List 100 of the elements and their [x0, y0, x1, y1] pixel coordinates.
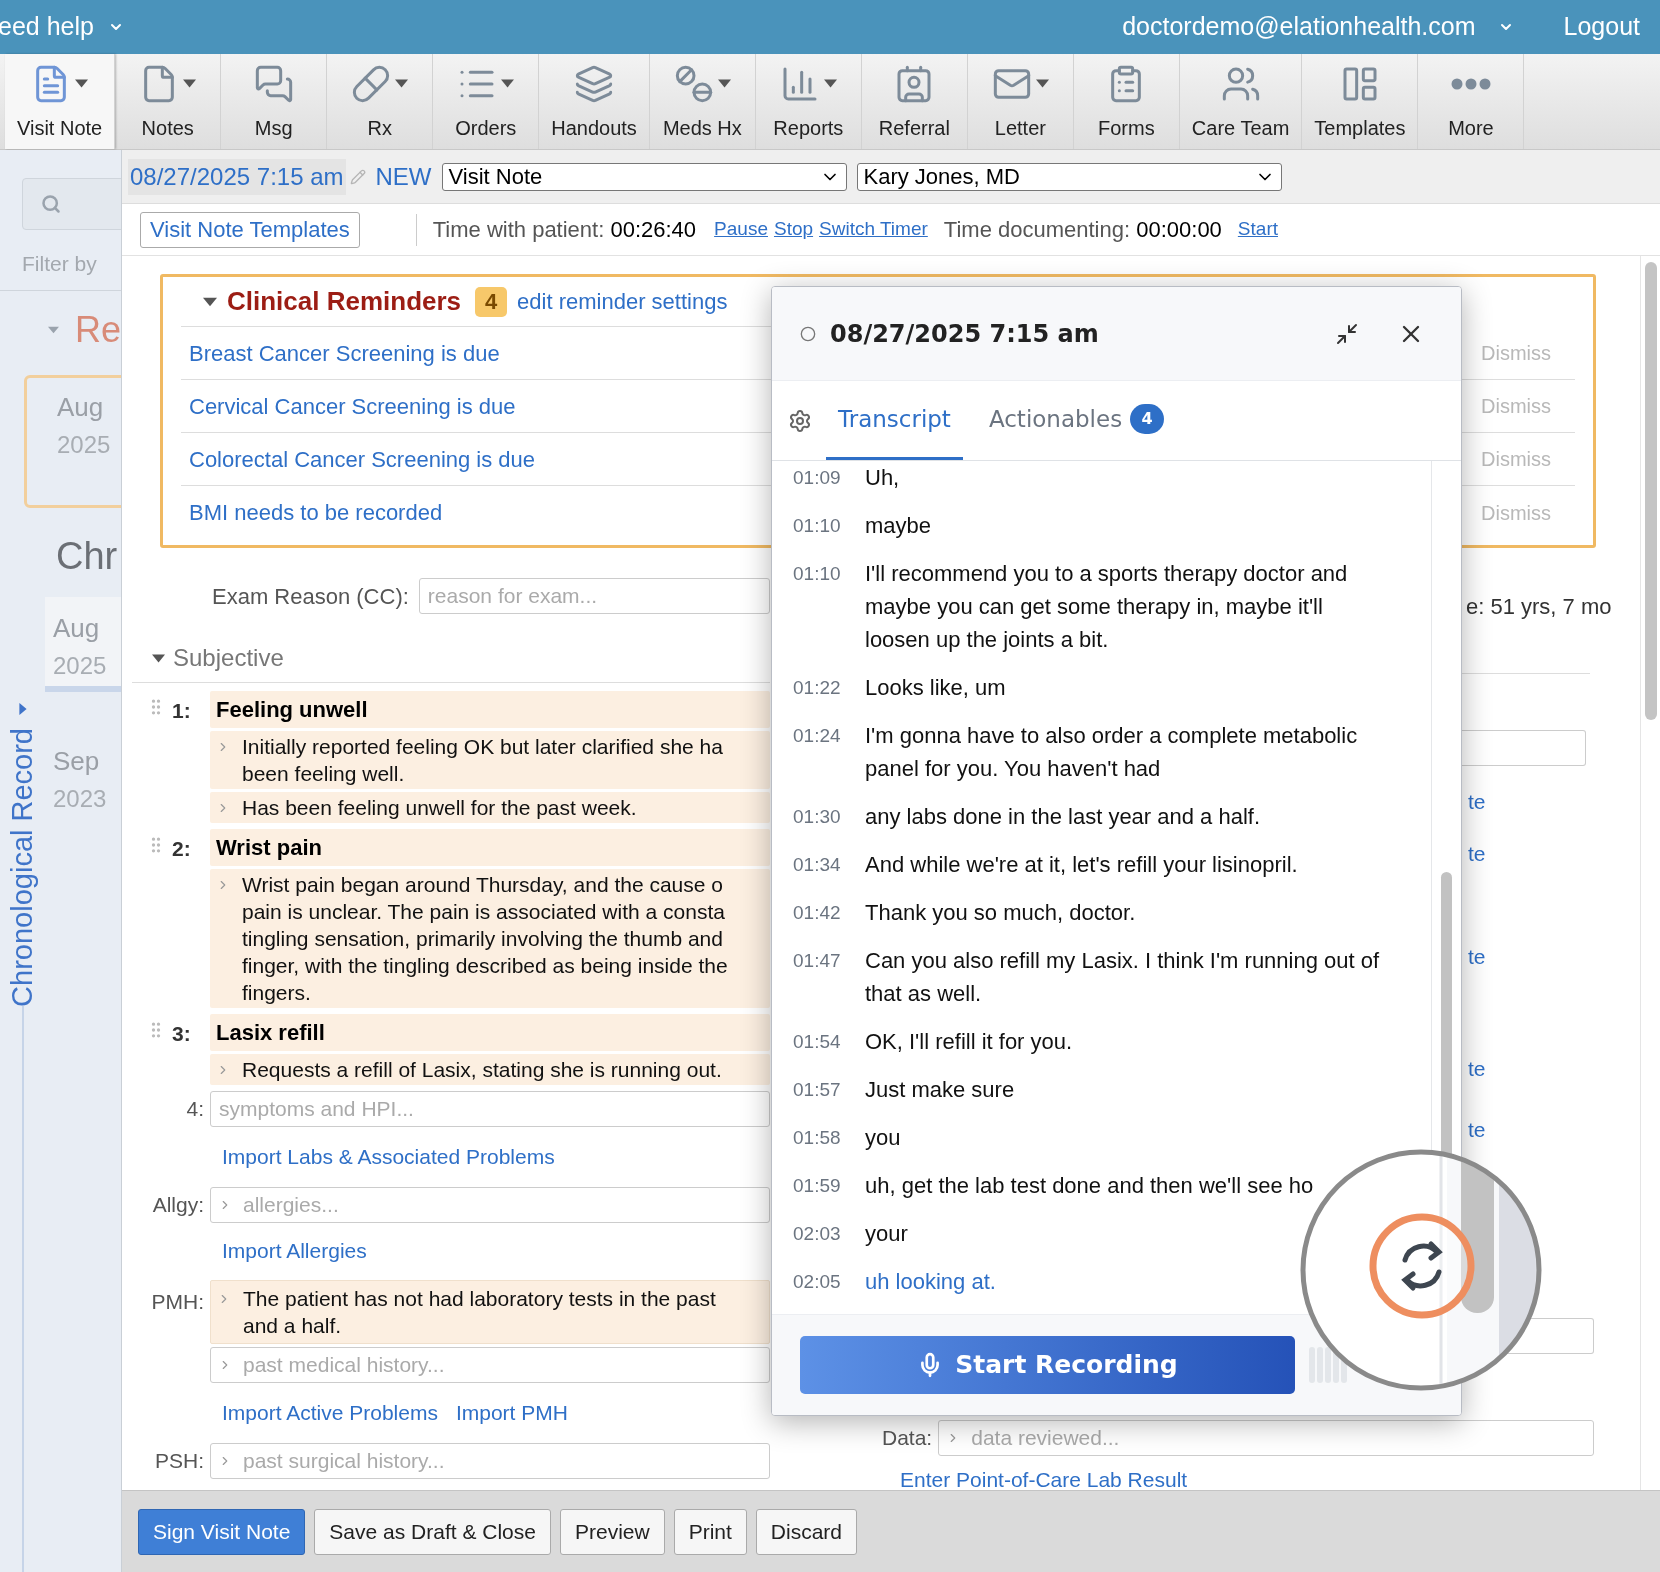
toolbar-button[interactable]: Templates [1302, 54, 1419, 149]
field-label: PSH: [154, 1447, 205, 1474]
transcript-line: uh looking at. [865, 1268, 997, 1296]
toolbar-button[interactable]: Msg [221, 54, 328, 149]
toolbar-button[interactable]: Reports [755, 54, 862, 149]
field-label: PMH: [150, 1289, 205, 1315]
import-link[interactable]: Import Allergies [222, 1234, 770, 1266]
note-type-select[interactable]: Visit Note [441, 162, 847, 191]
transcript-line: any labs done in the last year and a half. [865, 803, 1262, 831]
user-menu[interactable]: doctordemo@elationhealth.com [1122, 8, 1514, 46]
data-reviewed-field[interactable]: data reviewed... [938, 1419, 1594, 1456]
transcript-line: maybe [865, 512, 933, 540]
entry-year: 2023 [53, 783, 108, 814]
footer-button[interactable]: Sign Visit Note [138, 1508, 306, 1555]
lab-result-link[interactable]: Enter Point-of-Care Lab Result [900, 1463, 1188, 1490]
documenting-time: Time documenting: 00:00:00 [943, 216, 1222, 244]
toolbar-button[interactable]: Meds Hx [649, 54, 756, 149]
transcript-line: Just make sure [865, 1076, 1016, 1104]
footer-button[interactable]: Save as Draft & Close [314, 1508, 551, 1555]
timestamp: 01:42 [793, 901, 842, 925]
problem-title[interactable]: Lasix refill [210, 1014, 770, 1051]
provider-select[interactable]: Kary Jones, MD [856, 162, 1282, 191]
toolbar-button[interactable]: Care Team [1179, 54, 1303, 149]
footer-button[interactable]: Discard [755, 1508, 858, 1555]
timestamp: 01:30 [793, 805, 842, 829]
filter-label: Filter by [22, 251, 98, 277]
action-link[interactable]: te [1468, 941, 1486, 973]
toolbar-button[interactable]: Forms [1073, 54, 1180, 149]
timer-link[interactable]: Switch Timer [819, 215, 928, 244]
import-link[interactable]: Import PMH [455, 1397, 568, 1429]
reminders-title[interactable]: Clinical Reminders [227, 282, 462, 321]
symptoms-field[interactable]: symptoms and HPI... [210, 1091, 770, 1127]
entry-date: Sep [53, 744, 101, 778]
problem-title[interactable]: Wrist pain [210, 829, 770, 866]
note-date[interactable]: 08/27/2025 7:15 am [128, 158, 346, 195]
reminder-settings-link[interactable]: edit reminder settings [517, 285, 728, 318]
templates-button[interactable]: Visit Note Templates [140, 211, 360, 248]
toolbar-button[interactable]: Orders [433, 54, 540, 149]
toolbar-button[interactable]: Referral [861, 54, 968, 149]
medical-history-field[interactable]: past medical history... [210, 1347, 770, 1383]
start-timer-link[interactable]: Start [1237, 215, 1278, 244]
pencil-icon[interactable] [349, 168, 366, 185]
problem-number: 2: [172, 836, 191, 862]
transcript-line: Thank you so much, doctor. [865, 899, 1137, 927]
timestamp: 01:57 [793, 1078, 842, 1102]
action-link[interactable]: te [1468, 1114, 1486, 1146]
problem-number: 3: [172, 1021, 191, 1047]
action-link[interactable]: te [1468, 1052, 1486, 1084]
reminder-link[interactable]: Cervical Cancer Screening is due [189, 389, 516, 423]
note-status: NEW [375, 161, 432, 192]
timestamp: 01:24 [793, 724, 842, 748]
footer-button[interactable]: Print [673, 1508, 747, 1555]
search-field[interactable] [22, 178, 121, 230]
settings-icon[interactable] [788, 408, 812, 433]
timestamp: 01:58 [793, 1126, 842, 1150]
transcript-line: And while we're at it, let's refill your lisinopril. [865, 851, 1299, 879]
toolbar-button[interactable]: More [1418, 54, 1525, 149]
panel-tab[interactable]: Actionables 4 [976, 381, 1177, 460]
collapse-icon[interactable] [1335, 321, 1359, 346]
transcript-line: I'm gonna have to also order a complete metabolic panel for you. You haven't had [865, 722, 1359, 783]
count-badge: 4 [475, 286, 508, 317]
action-link[interactable]: te [1468, 786, 1486, 818]
import-link[interactable]: Import Active Problems [222, 1397, 438, 1429]
toolbar-button[interactable]: Handouts [539, 54, 650, 149]
vertical-section-label[interactable]: Chronological Record [0, 727, 45, 1007]
entry-date: Aug [53, 611, 101, 645]
reminder-link[interactable]: Colorectal Cancer Screening is due [189, 442, 536, 476]
problem-title[interactable]: Feeling unwell [210, 691, 770, 728]
toolbar-button[interactable]: Notes [115, 54, 222, 149]
footer-button[interactable]: Preview [559, 1508, 665, 1555]
timestamp: 01:22 [793, 676, 842, 700]
count-badge: 4 [1130, 404, 1165, 434]
timestamp: 01:47 [793, 949, 842, 973]
reminder-link[interactable]: BMI needs to be recorded [189, 496, 443, 529]
surgical-history-field[interactable]: past surgical history... [210, 1442, 770, 1479]
problem-number: 4: [185, 1096, 205, 1123]
patient-age: e: 51 yrs, 7 mo [1466, 593, 1612, 621]
allergies-field[interactable]: allergies... [210, 1186, 770, 1223]
logout-link[interactable]: Logout [1563, 8, 1640, 46]
scrollbar[interactable] [1640, 256, 1660, 1490]
reminder-link[interactable]: Breast Cancer Screening is due [189, 336, 500, 370]
toolbar-button[interactable]: Visit Note [5, 54, 116, 149]
caret-icon [16, 701, 29, 716]
timestamp: 01:10 [793, 514, 842, 538]
section-heading[interactable]: Subjective [173, 640, 284, 676]
chat-bubbles-icon [253, 63, 294, 104]
toolbar-button[interactable]: Rx [327, 54, 434, 149]
start-recording-button[interactable]: Start Recording [800, 1336, 1295, 1394]
timestamp: 01:54 [793, 1030, 842, 1054]
exam-reason-field[interactable]: reason for exam... [418, 578, 770, 614]
toolbar-button[interactable]: Letter [967, 54, 1074, 149]
timer-link[interactable]: Pause [714, 215, 768, 244]
field-label: Allgy: [151, 1191, 205, 1218]
transcript-line: Looks like, um [865, 674, 1007, 702]
problem-number: 1: [172, 698, 191, 724]
panel-tab[interactable]: Transcript [826, 381, 963, 460]
capsule-icon [351, 63, 392, 104]
import-link[interactable]: Import Labs & Associated Problems [222, 1141, 770, 1173]
action-link[interactable]: te [1468, 837, 1486, 869]
timer-link[interactable]: Stop [773, 215, 814, 244]
